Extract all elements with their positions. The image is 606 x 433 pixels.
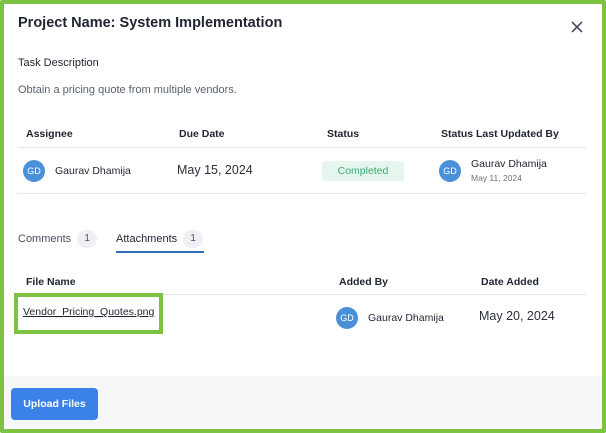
- header-divider: [18, 147, 586, 148]
- header-date-added: Date Added: [481, 276, 539, 288]
- header-assignee: Assignee: [26, 128, 73, 140]
- close-icon[interactable]: [567, 17, 587, 37]
- status-badge: Completed: [322, 161, 404, 181]
- tab-attachments-label: Attachments: [116, 232, 178, 245]
- updated-on-date: May 11, 2024: [471, 173, 522, 183]
- header-due-date: Due Date: [179, 128, 225, 140]
- modal-dialog: Project Name: System Implementation Task…: [0, 0, 606, 433]
- date-added: May 20, 2024: [479, 309, 555, 323]
- modal-title: Project Name: System Implementation: [18, 15, 283, 31]
- updated-by-name: Gaurav Dhamija: [471, 158, 547, 170]
- avatar: GD: [336, 307, 358, 329]
- due-date: May 15, 2024: [177, 163, 253, 177]
- avatar: GD: [439, 160, 461, 182]
- header-status-last-updated-by: Status Last Updated By: [441, 128, 559, 140]
- active-tab-indicator: [116, 251, 204, 253]
- added-by-name: Gaurav Dhamija: [368, 312, 444, 324]
- task-description-label: Task Description: [18, 57, 99, 69]
- task-description-text: Obtain a pricing quote from multiple ven…: [18, 84, 237, 96]
- header-added-by: Added By: [339, 276, 389, 288]
- header-file-name: File Name: [26, 276, 76, 288]
- header-status: Status: [327, 128, 360, 140]
- tab-comments-count: 1: [77, 230, 98, 248]
- tab-comments-label: Comments: [18, 232, 72, 245]
- attachment-file-link[interactable]: Vendor_Pricing_Quotes.png: [23, 306, 154, 318]
- row-divider: [18, 193, 586, 194]
- tab-attachments-count: 1: [183, 230, 204, 248]
- upload-files-button[interactable]: Upload Files: [11, 388, 98, 420]
- avatar: GD: [23, 160, 45, 182]
- assignee-name: Gaurav Dhamija: [55, 165, 131, 177]
- tab-comments[interactable]: Comments 1: [18, 230, 98, 254]
